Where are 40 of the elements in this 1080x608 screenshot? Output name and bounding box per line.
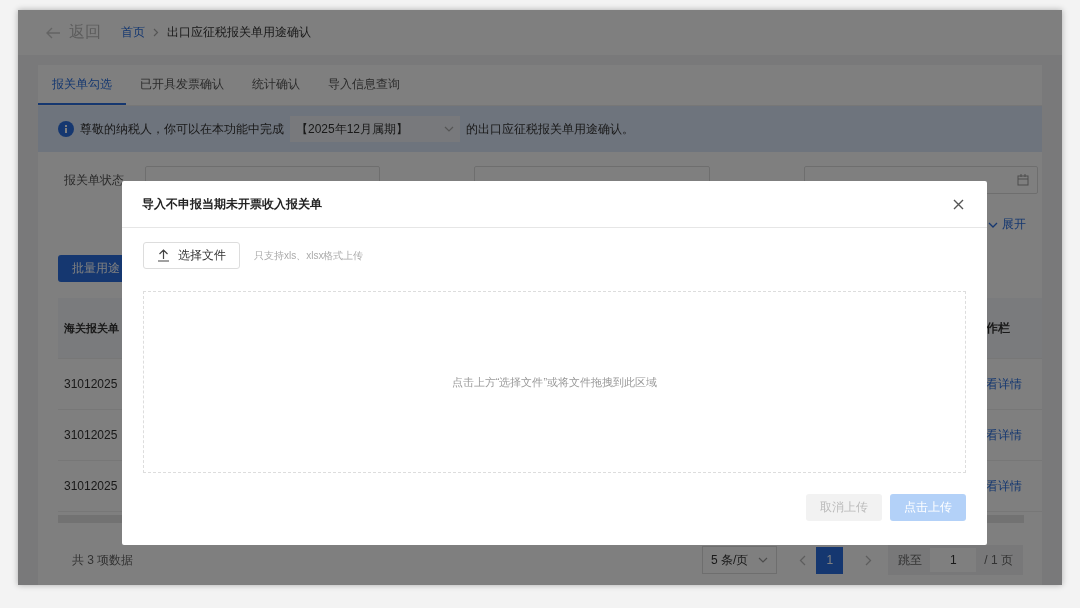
table-cell-text: 31012025 [63, 377, 118, 391]
dialog-title: 导入不申报当期未开票收入报关单 [142, 195, 322, 213]
total-count: 共 3 项数据 [72, 551, 135, 569]
total-pages: / 1 页 [984, 551, 1014, 569]
choose-file-button[interactable]: 选择文件 [143, 242, 240, 269]
column-header: 海关报关单 [63, 320, 119, 336]
drop-zone[interactable]: 点击上方“选择文件”或将文件拖拽到此区域 [143, 291, 966, 473]
upload-icon [157, 249, 170, 262]
back-arrow-icon[interactable] [45, 26, 61, 39]
detail-link[interactable]: 看详情 [986, 426, 1042, 444]
next-page-icon[interactable] [865, 554, 873, 566]
page-size-select[interactable]: 5 条/页 [702, 546, 778, 574]
column-header: 作栏 [986, 319, 1011, 337]
page-button[interactable]: 1 [816, 546, 844, 574]
breadcrumb-link[interactable]: 首页 [121, 24, 145, 41]
tab[interactable]: 导入信息查询 [314, 65, 414, 105]
calendar-icon [1017, 174, 1029, 186]
breadcrumb-separator-icon [153, 28, 159, 37]
close-icon[interactable] [953, 198, 964, 210]
caret-icon [758, 557, 769, 563]
filter-label: 报关单状态 [64, 171, 125, 189]
format-hint: 只支持xls、xlsx格式上传 [254, 248, 364, 263]
detail-link[interactable]: 看详情 [986, 375, 1042, 393]
table-cell-text: 31012025 [63, 428, 118, 442]
chevron-down-icon [988, 221, 998, 228]
period-select[interactable]: 【2025年12月属期】 [290, 116, 460, 142]
page-input[interactable]: 1 [930, 548, 977, 572]
drop-zone-text: 点击上方“选择文件”或将文件拖拽到此区域 [451, 374, 658, 390]
tab[interactable]: 已开具发票确认 [126, 65, 238, 105]
jump-label: 跳至 [898, 551, 923, 569]
detail-link[interactable]: 看详情 [986, 477, 1042, 495]
notice-text: 尊敬的纳税人，你可以在本功能中完成 [80, 120, 284, 138]
table-cell-text: 31012025 [63, 479, 118, 493]
notice-text: 的出口应征税报关单用途确认。 [466, 120, 634, 138]
tab[interactable]: 统计确认 [238, 65, 314, 105]
previous-page-icon[interactable] [799, 554, 807, 566]
expand-link[interactable]: 展开 [988, 216, 1026, 233]
info-icon [58, 121, 74, 137]
breadcrumb-current: 出口应征税报关单用途确认 [167, 24, 311, 41]
caret-icon [444, 126, 454, 132]
